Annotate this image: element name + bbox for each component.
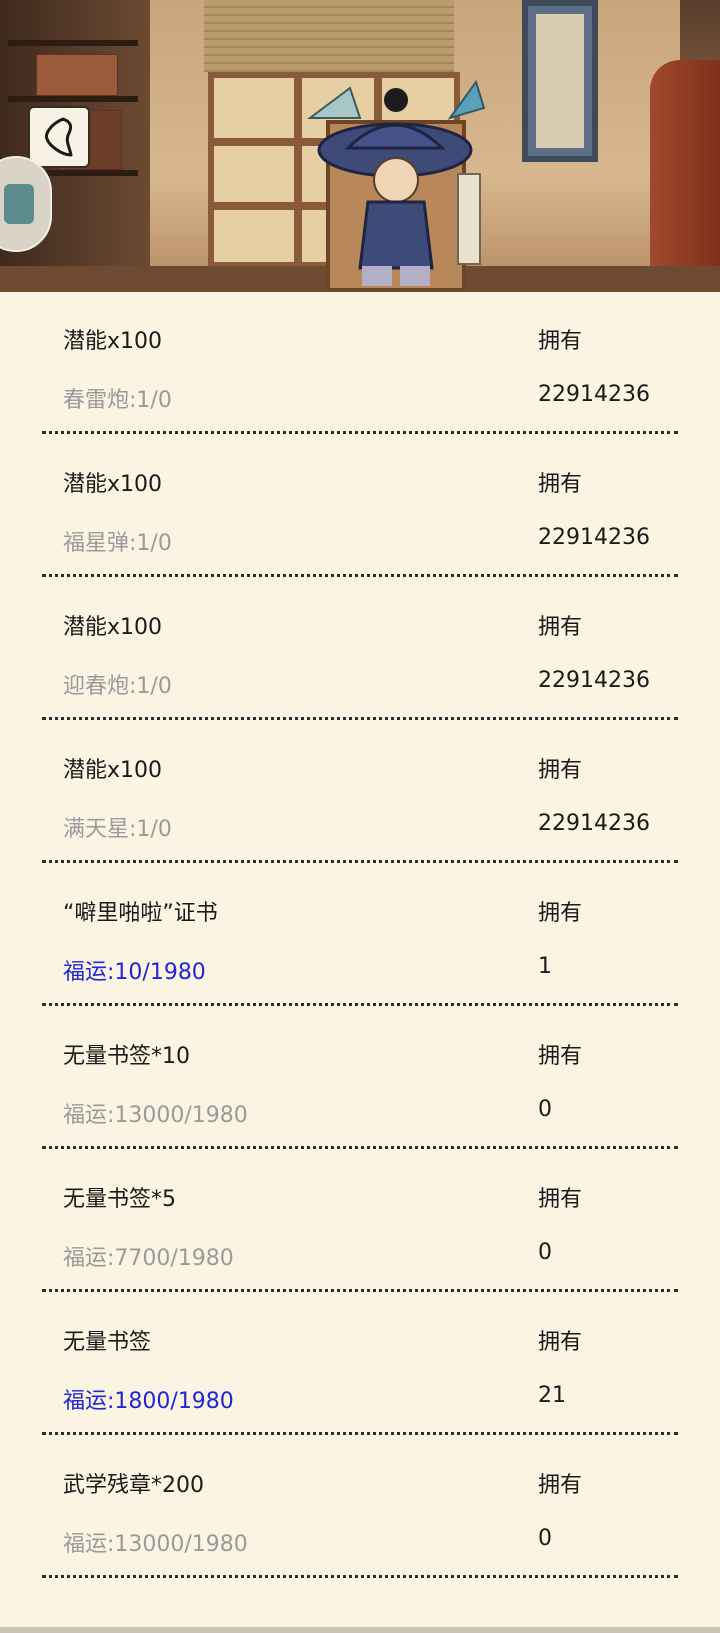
bottom-edge bbox=[0, 1627, 720, 1633]
chevron-left-icon bbox=[45, 117, 73, 157]
owned-count: 22914236 bbox=[538, 811, 650, 836]
dotted-divider bbox=[42, 1003, 678, 1006]
side-panel-tab[interactable] bbox=[0, 156, 52, 252]
item-name: 潜能x100 bbox=[63, 758, 163, 783]
dotted-divider bbox=[42, 1432, 678, 1435]
owned-label: 拥有 bbox=[538, 1330, 583, 1355]
item-cost: 福运:1800/1980 bbox=[63, 1389, 234, 1414]
owned-count: 0 bbox=[538, 1240, 552, 1265]
owned-label: 拥有 bbox=[538, 901, 583, 926]
item-name: 无量书签*5 bbox=[63, 1187, 176, 1212]
dotted-divider bbox=[42, 1289, 678, 1292]
dotted-divider bbox=[42, 717, 678, 720]
item-cost: 福星弹:1/0 bbox=[63, 531, 172, 556]
list-item[interactable]: “噼里啪啦”证书 拥有福运:10/1980 1 bbox=[0, 864, 720, 1007]
item-name: 无量书签 bbox=[63, 1330, 152, 1355]
owned-label: 拥有 bbox=[538, 472, 583, 497]
item-cost: 福运:13000/1980 bbox=[63, 1532, 248, 1557]
owned-label: 拥有 bbox=[538, 329, 583, 354]
exchange-item-list: 潜能x100 拥有 春雷炮:1/0 22914236 潜能x100 拥有 福星弹:1/0 22… bbox=[0, 292, 720, 1633]
owned-count: 1 bbox=[538, 954, 552, 979]
list-item[interactable]: 潜能x100 拥有春雷炮:1/0 22914236 bbox=[0, 292, 720, 435]
back-button[interactable] bbox=[28, 106, 90, 168]
item-cost: 满天星:1/0 bbox=[63, 817, 172, 842]
list-item[interactable]: 潜能x100 拥有迎春炮:1/0 22914236 bbox=[0, 578, 720, 721]
owned-label: 拥有 bbox=[538, 1044, 583, 1069]
hanging-scroll bbox=[522, 0, 598, 162]
item-name: 潜能x100 bbox=[63, 472, 163, 497]
item-name: 武学残章*200 bbox=[63, 1473, 204, 1498]
list-item[interactable]: 无量书签*10 拥有福运:13000/1980 0 bbox=[0, 1007, 720, 1150]
dotted-divider bbox=[42, 574, 678, 577]
list-item[interactable]: 武学残章*200 拥有福运:13000/1980 0 bbox=[0, 1436, 720, 1579]
item-cost: 春雷炮:1/0 bbox=[63, 388, 172, 413]
panel-tab-icon bbox=[4, 184, 34, 224]
owned-count: 21 bbox=[538, 1383, 566, 1408]
merchant-character-illustration bbox=[307, 79, 486, 290]
dotted-divider bbox=[42, 431, 678, 434]
list-item[interactable]: 无量书签 拥有福运:1800/1980 21 bbox=[0, 1293, 720, 1436]
item-cost: 福运:7700/1980 bbox=[63, 1246, 234, 1271]
list-item[interactable]: 潜能x100 拥有满天星:1/0 22914236 bbox=[0, 721, 720, 864]
header-illustration bbox=[0, 0, 720, 292]
dotted-divider bbox=[42, 860, 678, 863]
item-name: 潜能x100 bbox=[63, 329, 163, 354]
dotted-divider bbox=[42, 1146, 678, 1149]
dotted-divider bbox=[42, 1575, 678, 1578]
item-cost: 迎春炮:1/0 bbox=[63, 674, 172, 699]
owned-label: 拥有 bbox=[538, 1473, 583, 1498]
owned-count: 22914236 bbox=[538, 382, 650, 407]
item-name: 潜能x100 bbox=[63, 615, 163, 640]
owned-count: 0 bbox=[538, 1526, 552, 1551]
item-name: 无量书签*10 bbox=[63, 1044, 190, 1069]
owned-label: 拥有 bbox=[538, 758, 583, 783]
item-name: “噼里啪啦”证书 bbox=[63, 901, 218, 926]
item-cost: 福运:13000/1980 bbox=[63, 1103, 248, 1128]
item-cost: 福运:10/1980 bbox=[63, 960, 206, 985]
owned-count: 0 bbox=[538, 1097, 552, 1122]
list-item[interactable]: 无量书签*5 拥有福运:7700/1980 0 bbox=[0, 1150, 720, 1293]
owned-count: 22914236 bbox=[538, 525, 650, 550]
owned-label: 拥有 bbox=[538, 1187, 583, 1212]
window-blind bbox=[204, 0, 454, 72]
owned-count: 22914236 bbox=[538, 668, 650, 693]
curtain bbox=[650, 60, 720, 292]
list-item[interactable]: 潜能x100 拥有福星弹:1/0 22914236 bbox=[0, 435, 720, 578]
owned-label: 拥有 bbox=[538, 615, 583, 640]
